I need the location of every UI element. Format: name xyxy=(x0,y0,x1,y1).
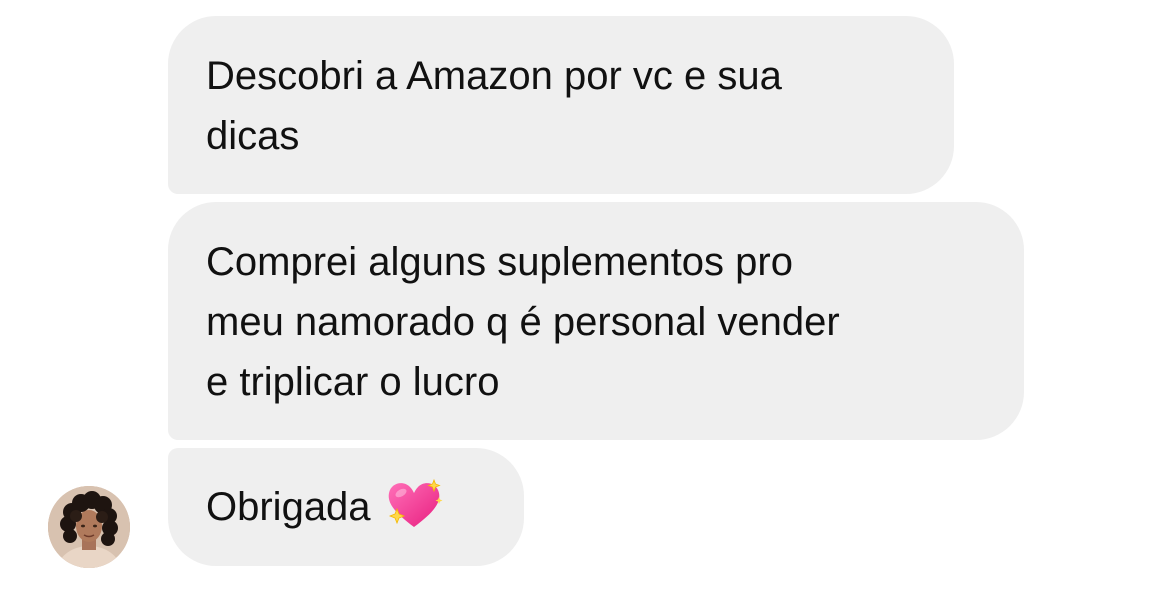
message-bubble-1[interactable]: Descobri a Amazon por vc e sua dicas xyxy=(168,16,954,194)
message-3-text: Obrigada xyxy=(206,485,371,529)
message-2-line-3: e triplicar o lucro xyxy=(206,360,500,404)
message-2-line-2: meu namorado q é personal vender xyxy=(206,300,840,344)
avatar-photo xyxy=(48,486,130,568)
message-bubble-2[interactable]: Comprei alguns suplementos pro meu namor… xyxy=(168,202,1024,440)
message-2-line-1: Comprei alguns suplementos pro xyxy=(206,240,793,284)
message-1-line-1: Descobri a Amazon por vc e sua xyxy=(206,54,782,98)
message-bubble-3[interactable]: Obrigada xyxy=(168,448,524,566)
message-1-line-2: dicas xyxy=(206,114,300,158)
avatar[interactable] xyxy=(48,486,130,568)
sparkling-heart-icon xyxy=(385,477,443,531)
